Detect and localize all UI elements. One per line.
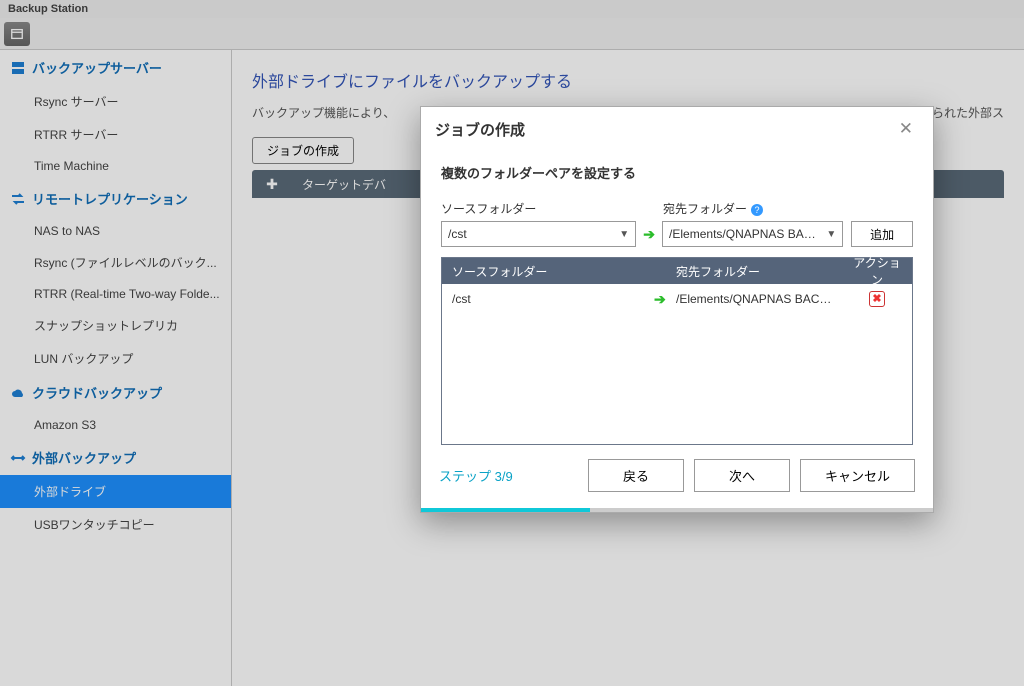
- pair-th-dest: 宛先フォルダー: [666, 263, 842, 280]
- dest-folder-dropdown[interactable]: /Elements/QNAPNAS BACKUP▼: [662, 221, 843, 247]
- arrow-right-icon: ➔: [654, 291, 666, 307]
- folder-pair-table: ソースフォルダー 宛先フォルダー アクション /cst ➔ /Elements/…: [441, 257, 913, 445]
- pair-th-source: ソースフォルダー: [442, 263, 644, 280]
- step-indicator: ステップ 3/9: [439, 466, 513, 485]
- help-icon[interactable]: ?: [751, 204, 763, 216]
- close-icon[interactable]: ✕: [893, 117, 919, 141]
- next-button[interactable]: 次へ: [694, 459, 790, 492]
- pair-row-dest: /Elements/QNAPNAS BACKUP: [666, 292, 842, 306]
- wizard-progress: [421, 508, 933, 512]
- modal-step-title: 複数のフォルダーペアを設定する: [441, 163, 913, 182]
- source-folder-dropdown[interactable]: /cst▼: [441, 221, 636, 247]
- source-folder-label: ソースフォルダー: [441, 200, 637, 217]
- modal-title: ジョブの作成: [435, 119, 525, 140]
- chevron-down-icon: ▼: [826, 229, 836, 240]
- chevron-down-icon: ▼: [619, 229, 629, 240]
- table-row: /cst ➔ /Elements/QNAPNAS BACKUP ✖: [442, 284, 912, 314]
- pair-th-action: アクション: [842, 254, 912, 288]
- arrow-right-icon: ➔: [643, 226, 655, 243]
- dest-folder-label: 宛先フォルダー?: [663, 200, 845, 217]
- pair-row-source: /cst: [442, 292, 644, 306]
- cancel-button[interactable]: キャンセル: [800, 459, 915, 492]
- delete-row-icon[interactable]: ✖: [869, 291, 885, 307]
- wizard-progress-fill: [421, 508, 590, 512]
- create-job-modal: ジョブの作成 ✕ 複数のフォルダーペアを設定する ソースフォルダー 宛先フォルダ…: [420, 106, 934, 513]
- add-pair-button[interactable]: 追加: [851, 221, 913, 247]
- back-button[interactable]: 戻る: [588, 459, 684, 492]
